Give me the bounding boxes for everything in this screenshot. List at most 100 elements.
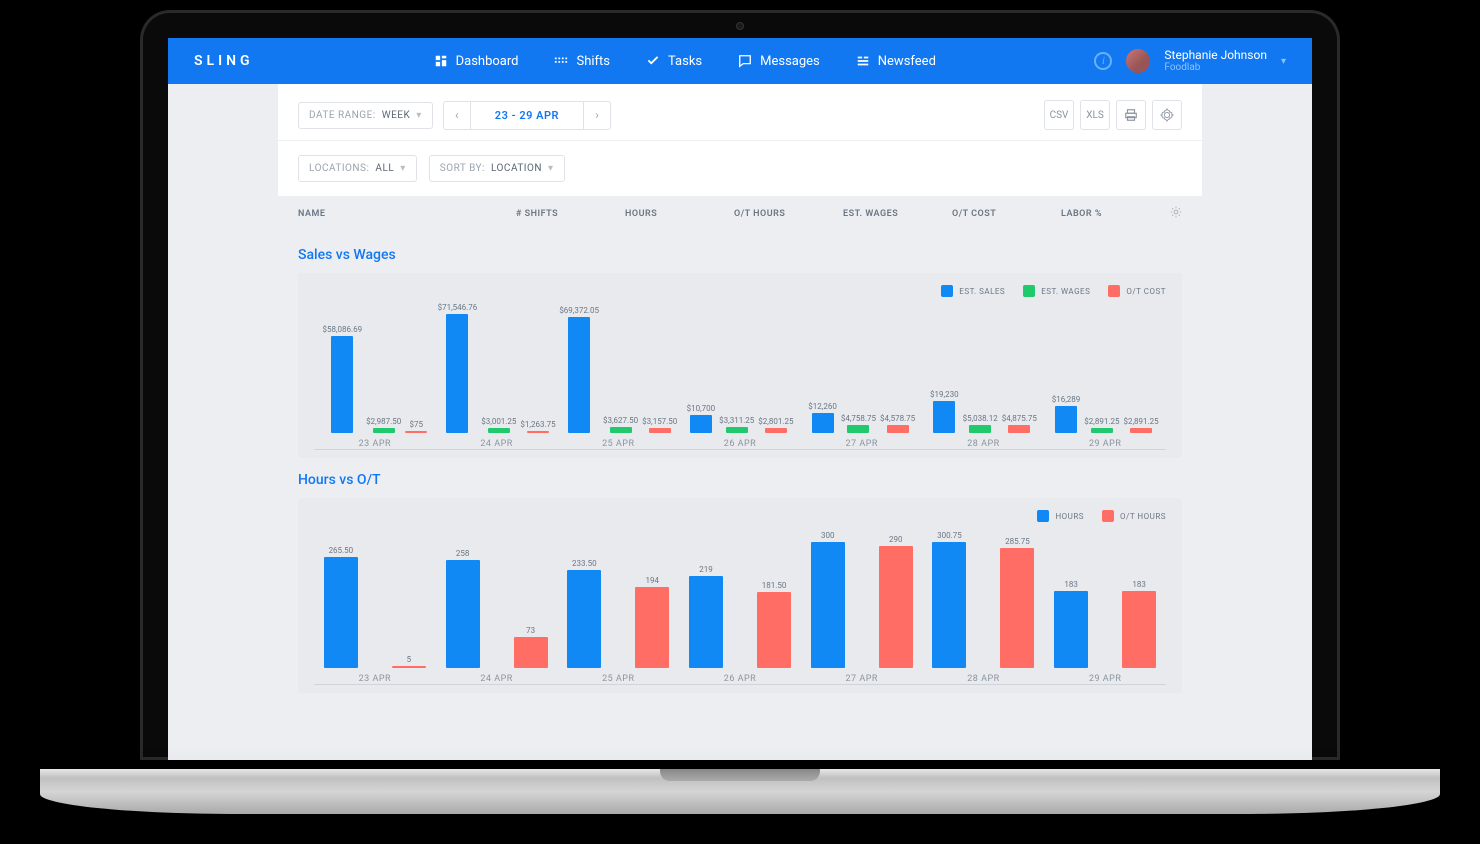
info-icon[interactable]: i — [1094, 52, 1112, 70]
locations-select[interactable]: LOCATIONS: ALL ▾ — [298, 155, 417, 182]
bar-group: $10,700$3,311.25$2,801.25 — [679, 303, 801, 433]
bar-value-label: 5 — [407, 655, 412, 664]
bar — [1091, 428, 1113, 433]
bar — [932, 542, 966, 668]
screen: SLING Dashboard Shifts Tasks Messages — [168, 38, 1312, 760]
bar-group: $12,260$4,758.75$4,578.75 — [801, 303, 923, 433]
bar-value-label: 73 — [526, 626, 535, 635]
chart2-title: Hours vs O/T — [298, 472, 1182, 488]
nav-label: Messages — [760, 54, 820, 69]
bar — [1054, 591, 1088, 668]
chart2-body: 265.50523 APR2587324 APR233.5019425 APR2… — [314, 528, 1166, 685]
print-button[interactable] — [1116, 100, 1146, 130]
app-logo: SLING — [194, 53, 254, 69]
date-range-display[interactable]: 23 - 29 APR — [471, 101, 583, 130]
day-label: 29 APR — [1089, 674, 1121, 684]
bar-group: 300.75285.75 — [923, 528, 1045, 668]
col-hours: HOURS — [625, 209, 734, 219]
user-company: Foodlab — [1164, 62, 1267, 73]
sort-by-select[interactable]: SORT BY: LOCATION ▾ — [429, 155, 565, 182]
messages-icon — [738, 54, 752, 68]
bar-wrap: 300.75 — [932, 531, 966, 668]
bar-wrap: $12,260 — [808, 402, 837, 433]
sort-value: LOCATION — [491, 163, 542, 174]
bar-value-label: $5,038.12 — [963, 414, 998, 423]
nav-dashboard[interactable]: Dashboard — [434, 54, 519, 69]
column-settings-button[interactable] — [1170, 206, 1182, 221]
gear-icon — [1170, 206, 1182, 218]
table-header: NAME # SHIFTS HOURS O/T HOURS EST. WAGES… — [278, 196, 1202, 231]
bar — [1008, 425, 1030, 433]
day-label: 23 APR — [359, 439, 391, 449]
day-label: 23 APR — [359, 674, 391, 684]
bar-wrap: 194 — [635, 576, 669, 668]
bar-value-label: $69,372.05 — [559, 306, 599, 315]
bar — [969, 425, 991, 433]
legend-est-sales: EST. SALES — [941, 285, 1005, 297]
bar — [726, 427, 748, 433]
bar-wrap: 300 — [811, 531, 845, 668]
nav-shifts[interactable]: Shifts — [554, 54, 610, 69]
swatch-green — [1023, 285, 1035, 297]
bar-wrap: $3,311.25 — [719, 416, 754, 433]
bar-value-label: $3,157.50 — [642, 417, 677, 426]
bar-wrap: $19,230 — [930, 390, 959, 433]
bar-value-label: $4,758.75 — [841, 414, 876, 423]
bar-wrap: $16,289 — [1052, 395, 1081, 433]
date-range-select[interactable]: DATE RANGE: WEEK ▾ — [298, 102, 433, 129]
locations-value: ALL — [375, 163, 394, 174]
bar-group: $58,086.69$2,987.50$75 — [314, 303, 436, 433]
bar — [765, 428, 787, 433]
export-csv-button[interactable]: CSV — [1044, 100, 1074, 130]
col-name: NAME — [298, 209, 516, 219]
day-column: 300.75285.7528 APR — [923, 528, 1045, 684]
camera-dot — [736, 22, 744, 30]
chevron-down-icon[interactable]: ▾ — [1281, 56, 1286, 67]
day-column: 18318329 APR — [1044, 528, 1166, 684]
date-range-value: WEEK — [382, 110, 411, 121]
bar — [1122, 591, 1156, 668]
date-next-button[interactable]: › — [583, 101, 611, 130]
bar — [1055, 406, 1077, 433]
bar-value-label: 300 — [821, 531, 835, 540]
avatar[interactable] — [1126, 49, 1150, 73]
bar-wrap: $4,758.75 — [841, 414, 876, 433]
dashboard-icon — [434, 54, 448, 68]
bar — [392, 666, 426, 668]
bar-wrap: 183 — [1122, 580, 1156, 668]
bar — [811, 542, 845, 668]
chart1-title: Sales vs Wages — [298, 247, 1182, 263]
bar-wrap: 265.50 — [324, 546, 358, 668]
nav-newsfeed[interactable]: Newsfeed — [856, 54, 936, 69]
date-prev-button[interactable]: ‹ — [443, 101, 471, 130]
export-xls-button[interactable]: XLS — [1080, 100, 1110, 130]
nav-label: Dashboard — [456, 54, 519, 69]
bar-value-label: $2,987.50 — [366, 417, 401, 426]
day-column: $19,230$5,038.12$4,875.7528 APR — [923, 303, 1045, 449]
bar-wrap: $3,157.50 — [642, 417, 677, 433]
bar-group: $71,546.76$3,001.25$1,263.75 — [436, 303, 558, 433]
bar-value-label: $10,700 — [687, 404, 716, 413]
bar — [757, 592, 791, 668]
col-est-wages: EST. WAGES — [843, 209, 952, 219]
settings-button[interactable] — [1152, 100, 1182, 130]
gear-icon — [1160, 108, 1174, 122]
day-label: 25 APR — [602, 674, 634, 684]
day-column: 233.5019425 APR — [557, 528, 679, 684]
chevron-down-icon: ▾ — [548, 163, 554, 174]
bar-value-label: 181.50 — [762, 581, 787, 590]
nav-tasks[interactable]: Tasks — [646, 54, 702, 69]
day-label: 24 APR — [480, 674, 512, 684]
legend-est-wages: EST. WAGES — [1023, 285, 1090, 297]
bar — [331, 336, 353, 433]
print-icon — [1124, 108, 1138, 122]
bar — [446, 314, 468, 433]
swatch-blue — [1037, 510, 1049, 522]
legend-ot-cost: O/T COST — [1108, 285, 1166, 297]
user-block[interactable]: Stephanie Johnson Foodlab — [1164, 49, 1267, 73]
bar — [812, 413, 834, 433]
bar-value-label: 265.50 — [329, 546, 354, 555]
bar — [879, 546, 913, 668]
nav-messages[interactable]: Messages — [738, 54, 820, 69]
chart1-panel: EST. SALES EST. WAGES O/T COST $58,086.6… — [298, 273, 1182, 458]
